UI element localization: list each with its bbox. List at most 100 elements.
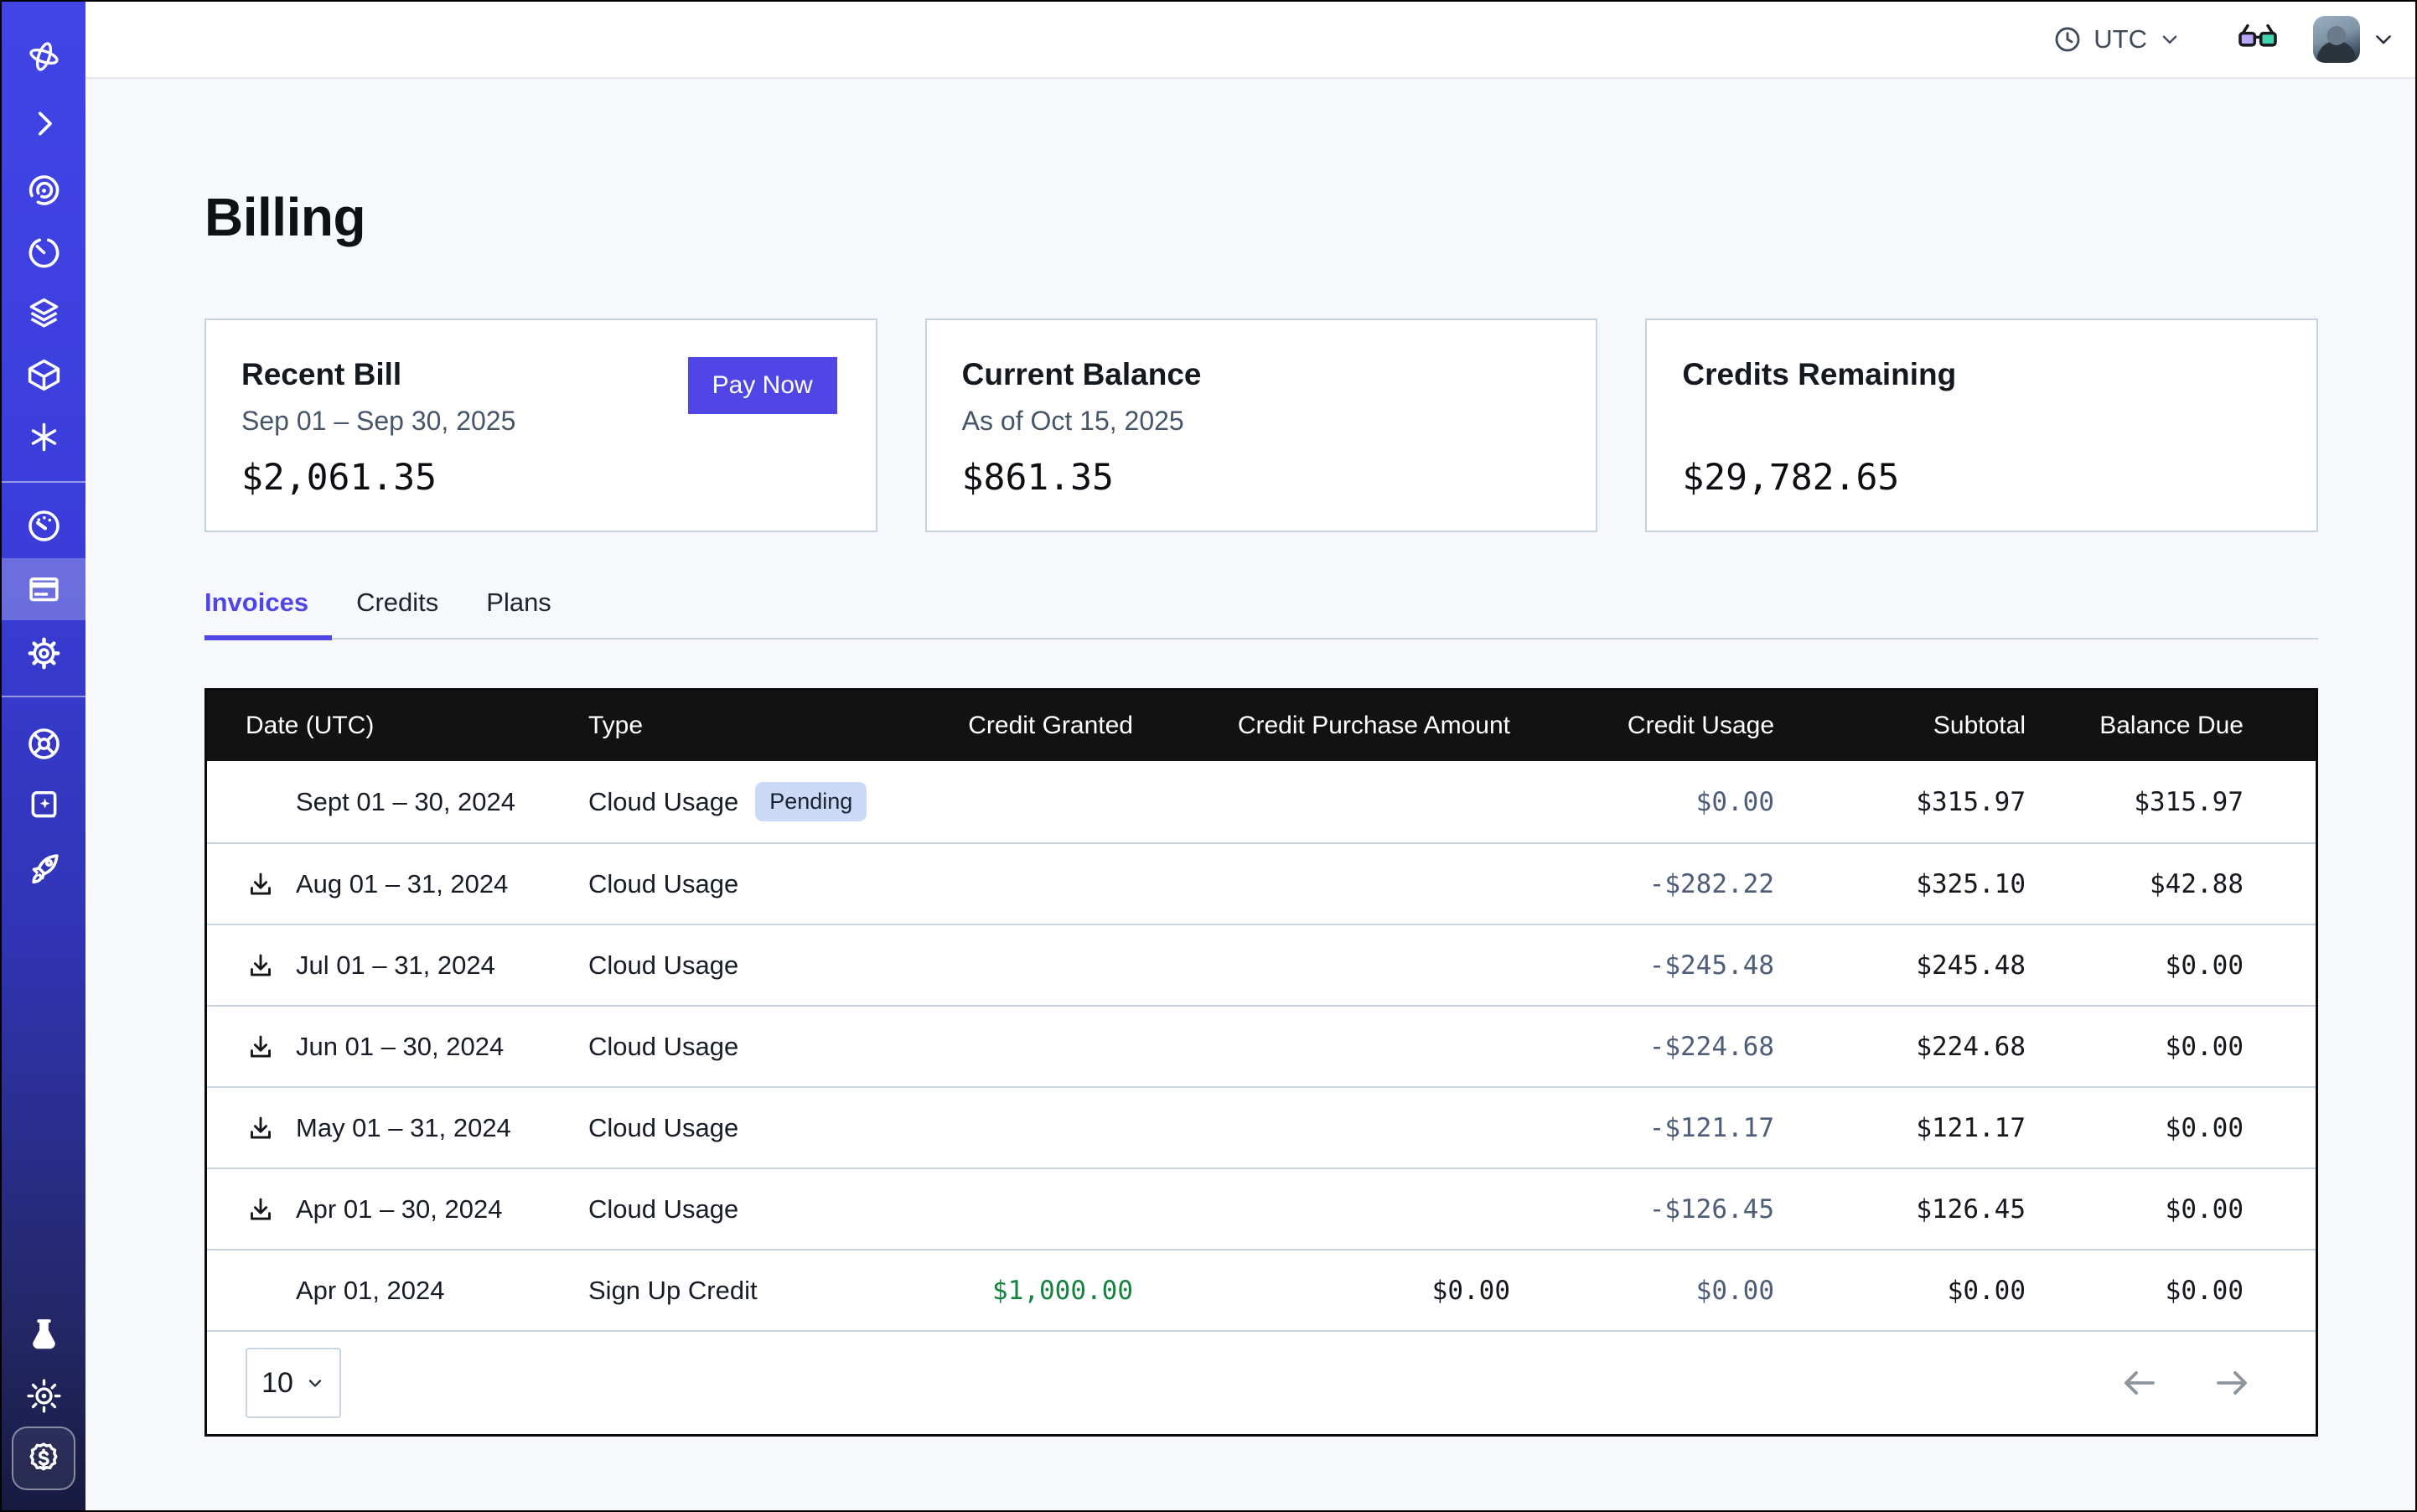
download-invoice-icon[interactable] — [246, 950, 276, 981]
invoice-type: Cloud Usage — [588, 1113, 738, 1143]
download-invoice-icon[interactable] — [246, 1032, 276, 1062]
cube-icon[interactable] — [2, 344, 85, 406]
sidebar-divider — [2, 696, 85, 697]
helm-icon[interactable] — [2, 712, 85, 774]
invoice-type: Cloud Usage — [588, 869, 738, 899]
balance-due-value: $42.88 — [2026, 869, 2244, 899]
card-subtitle: Sep 01 – Sep 30, 2025 — [241, 406, 515, 437]
timer-icon[interactable] — [2, 221, 85, 283]
credit-usage-value: -$245.48 — [1510, 950, 1774, 981]
chevron-down-icon — [305, 1373, 325, 1393]
account-menu-chevron[interactable] — [2372, 28, 2395, 51]
avatar[interactable] — [2313, 16, 2360, 63]
invoice-type: Cloud Usage — [588, 1194, 738, 1225]
credit-usage-value: -$282.22 — [1510, 869, 1774, 899]
invoice-date: Apr 01, 2024 — [296, 1276, 445, 1306]
download-invoice-icon[interactable] — [246, 1194, 276, 1225]
credits-remaining-card: Credits Remaining $29,782.65 — [1645, 318, 2318, 532]
gauge-icon[interactable] — [2, 495, 85, 557]
table-row: Apr 01, 2024 Sign Up Credit $1,000.00 $0… — [207, 1249, 2316, 1330]
invoice-date: Apr 01 – 30, 2024 — [296, 1194, 502, 1225]
column-header: Credit Granted — [924, 712, 1133, 740]
column-header: Date (UTC) — [207, 712, 588, 740]
rocket-icon[interactable] — [2, 836, 85, 898]
column-header: Subtotal — [1774, 712, 2026, 740]
balance-due-value: $0.00 — [2026, 1276, 2244, 1306]
chevron-down-icon — [2372, 28, 2395, 51]
sidebar-divider — [2, 481, 85, 483]
sun-icon[interactable] — [2, 1364, 85, 1427]
invoice-date: May 01 – 31, 2024 — [296, 1113, 511, 1143]
card-title: Current Balance — [962, 357, 1202, 392]
invoice-date: Jul 01 – 31, 2024 — [296, 950, 495, 981]
sidebar-item-billing[interactable] — [2, 558, 85, 620]
current-balance-card: Current Balance As of Oct 15, 2025 $861.… — [925, 318, 1598, 532]
balance-due-value: $0.00 — [2026, 1194, 2244, 1225]
subtotal-value: $224.68 — [1774, 1032, 2026, 1062]
card-subtitle: As of Oct 15, 2025 — [962, 406, 1202, 437]
page-size-select[interactable]: 10 — [246, 1348, 341, 1418]
page-title: Billing — [204, 186, 2318, 248]
gear-icon[interactable] — [2, 622, 85, 684]
balance-due-value: $0.00 — [2026, 950, 2244, 981]
credit-usage-value: $0.00 — [1510, 787, 1774, 817]
pay-now-button[interactable]: Pay Now — [688, 357, 837, 414]
chevron-right-icon[interactable] — [2, 92, 85, 154]
dollar-badge-icon[interactable] — [12, 1427, 75, 1490]
table-header: Date (UTC) Type Credit Granted Credit Pu… — [207, 691, 2316, 761]
billing-tabs: Invoices Credits Plans — [204, 588, 2318, 639]
invoice-type: Cloud Usage — [588, 787, 738, 817]
glasses-icon[interactable] — [2236, 22, 2280, 57]
credit-card-icon — [25, 571, 63, 608]
balance-due-value: $0.00 — [2026, 1032, 2244, 1062]
balance-due-value: $0.00 — [2026, 1113, 2244, 1143]
subtotal-value: $325.10 — [1774, 869, 2026, 899]
credit-usage-value: $0.00 — [1510, 1276, 1774, 1306]
next-page-arrow-icon[interactable] — [2212, 1363, 2252, 1403]
table-row: Apr 01 – 30, 2024 Cloud Usage -$126.45 $… — [207, 1168, 2316, 1249]
invoice-type: Cloud Usage — [588, 1032, 738, 1062]
column-header: Balance Due — [2026, 712, 2244, 740]
sidebar — [2, 2, 85, 1510]
table-row: Jun 01 – 30, 2024 Cloud Usage -$224.68 $… — [207, 1005, 2316, 1086]
prev-page-arrow-icon[interactable] — [2119, 1363, 2160, 1403]
billing-page: UTC Billing Recent Bill Sep 01 – Se — [0, 0, 2417, 1512]
tab-plans[interactable]: Plans — [486, 588, 551, 638]
column-header: Credit Usage — [1510, 712, 1774, 740]
download-invoice-icon[interactable] — [246, 869, 276, 899]
recent-bill-card: Recent Bill Sep 01 – Sep 30, 2025 Pay No… — [204, 318, 877, 532]
download-invoice-icon[interactable] — [246, 1113, 276, 1143]
card-amount: $861.35 — [962, 457, 1558, 499]
timezone-selector[interactable]: UTC — [2053, 24, 2181, 54]
credit-usage-value: -$121.17 — [1510, 1113, 1774, 1143]
layers-icon[interactable] — [2, 282, 85, 344]
invoice-type: Sign Up Credit — [588, 1276, 758, 1306]
balance-due-value: $315.97 — [2026, 787, 2244, 817]
topbar: UTC — [85, 2, 2415, 79]
table-row: Jul 01 – 31, 2024 Cloud Usage -$245.48 $… — [207, 924, 2316, 1005]
subtotal-value: $126.45 — [1774, 1194, 2026, 1225]
table-row: Aug 01 – 31, 2024 Cloud Usage -$282.22 $… — [207, 842, 2316, 924]
subtotal-value: $0.00 — [1774, 1276, 2026, 1306]
card-amount: $29,782.65 — [1682, 457, 2278, 499]
credit-usage-value: -$126.45 — [1510, 1194, 1774, 1225]
eye-icon[interactable] — [2, 159, 85, 221]
logo[interactable] — [2, 25, 85, 87]
tab-credits[interactable]: Credits — [356, 588, 438, 638]
tab-invoices[interactable]: Invoices — [204, 588, 308, 638]
table-row: May 01 – 31, 2024 Cloud Usage -$121.17 $… — [207, 1086, 2316, 1168]
subtotal-value: $245.48 — [1774, 950, 2026, 981]
asterisk-icon[interactable] — [2, 406, 85, 468]
book-sparkle-icon[interactable] — [2, 774, 85, 836]
invoice-date: Jun 01 – 30, 2024 — [296, 1032, 504, 1062]
card-title: Recent Bill — [241, 357, 515, 392]
timezone-label: UTC — [2094, 24, 2147, 54]
invoices-table: Date (UTC) Type Credit Granted Credit Pu… — [204, 688, 2318, 1437]
flask-icon[interactable] — [2, 1302, 85, 1364]
subtotal-value: $121.17 — [1774, 1113, 2026, 1143]
column-header: Credit Purchase Amount — [1133, 712, 1510, 740]
main-content: Billing Recent Bill Sep 01 – Sep 30, 202… — [85, 80, 2415, 1510]
invoice-date: Sept 01 – 30, 2024 — [296, 787, 515, 817]
subtotal-value: $315.97 — [1774, 787, 2026, 817]
clock-icon — [2053, 25, 2082, 54]
